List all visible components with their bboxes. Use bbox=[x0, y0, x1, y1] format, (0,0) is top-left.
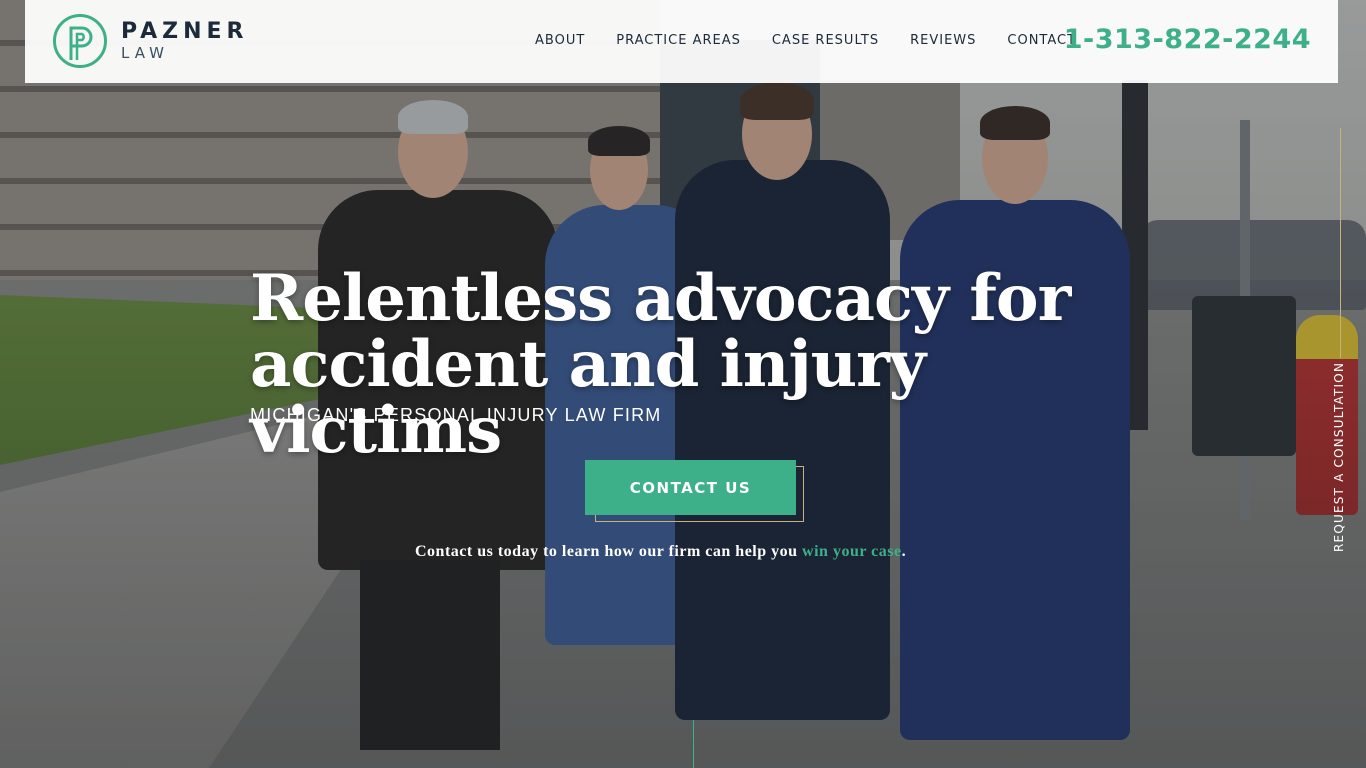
contact-us-button[interactable]: CONTACT US bbox=[585, 460, 796, 515]
nav-item-case-results[interactable]: CASE RESULTS bbox=[772, 33, 879, 48]
site-header: PAZNER LAW ABOUT PRACTICE AREAS CASE RES… bbox=[25, 0, 1338, 83]
hero-headline-line1: Relentless advocacy for bbox=[250, 261, 1071, 336]
scroll-indicator-line bbox=[693, 720, 694, 768]
logo[interactable]: PAZNER LAW bbox=[53, 14, 248, 68]
nav-item-about[interactable]: ABOUT bbox=[535, 33, 585, 48]
nav-item-practice-areas[interactable]: PRACTICE AREAS bbox=[616, 33, 741, 48]
cta-wrapper: CONTACT US bbox=[585, 460, 804, 522]
logo-subtitle: LAW bbox=[121, 44, 169, 62]
hero-headline-line2: accident and injury victims bbox=[250, 327, 926, 468]
nav-item-reviews[interactable]: REVIEWS bbox=[910, 33, 976, 48]
hero-subheadline: MICHIGAN'S PERSONAL INJURY LAW FIRM bbox=[250, 405, 662, 425]
request-consultation-link[interactable]: REQUEST A CONSULTATION bbox=[1332, 362, 1346, 552]
tagline-period: . bbox=[901, 543, 907, 560]
win-your-case-link[interactable]: win your case bbox=[802, 543, 902, 560]
logo-name: PAZNER bbox=[121, 19, 249, 44]
logo-text: PAZNER LAW bbox=[121, 19, 249, 63]
side-divider-line bbox=[1340, 128, 1341, 358]
hero-tagline: Contact us today to learn how our firm c… bbox=[415, 543, 906, 561]
logo-p-icon bbox=[53, 14, 107, 68]
hero-headline: Relentless advocacy for accident and inj… bbox=[250, 266, 1150, 464]
main-nav: ABOUT PRACTICE AREAS CASE RESULTS REVIEW… bbox=[535, 33, 1107, 48]
phone-link[interactable]: 1-313-822-2244 bbox=[1064, 24, 1311, 55]
tagline-text: Contact us today to learn how our firm c… bbox=[415, 543, 803, 560]
